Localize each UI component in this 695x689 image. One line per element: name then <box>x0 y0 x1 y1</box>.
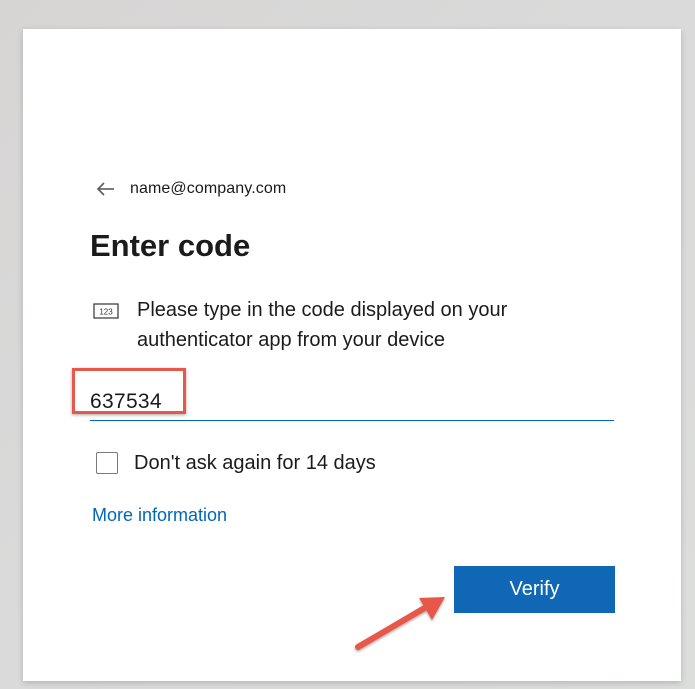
numeric-code-icon: 123 <box>93 303 119 319</box>
remember-row[interactable]: Don't ask again for 14 days <box>96 450 376 476</box>
page-title: Enter code <box>90 228 251 263</box>
svg-text:123: 123 <box>99 308 113 317</box>
code-input[interactable] <box>90 375 614 421</box>
more-information-link[interactable]: More information <box>92 505 227 526</box>
remember-label[interactable]: Don't ask again for 14 days <box>134 452 376 475</box>
identity-email: name@company.com <box>130 180 287 197</box>
instruction-text: Please type in the code displayed on you… <box>137 299 508 351</box>
verify-button[interactable]: Verify <box>454 566 615 613</box>
remember-checkbox[interactable] <box>96 452 118 474</box>
arrow-left-icon[interactable] <box>95 178 117 200</box>
instruction-row: 123 Please type in the code displayed on… <box>93 295 613 355</box>
identity-banner: name@company.com <box>95 178 286 200</box>
